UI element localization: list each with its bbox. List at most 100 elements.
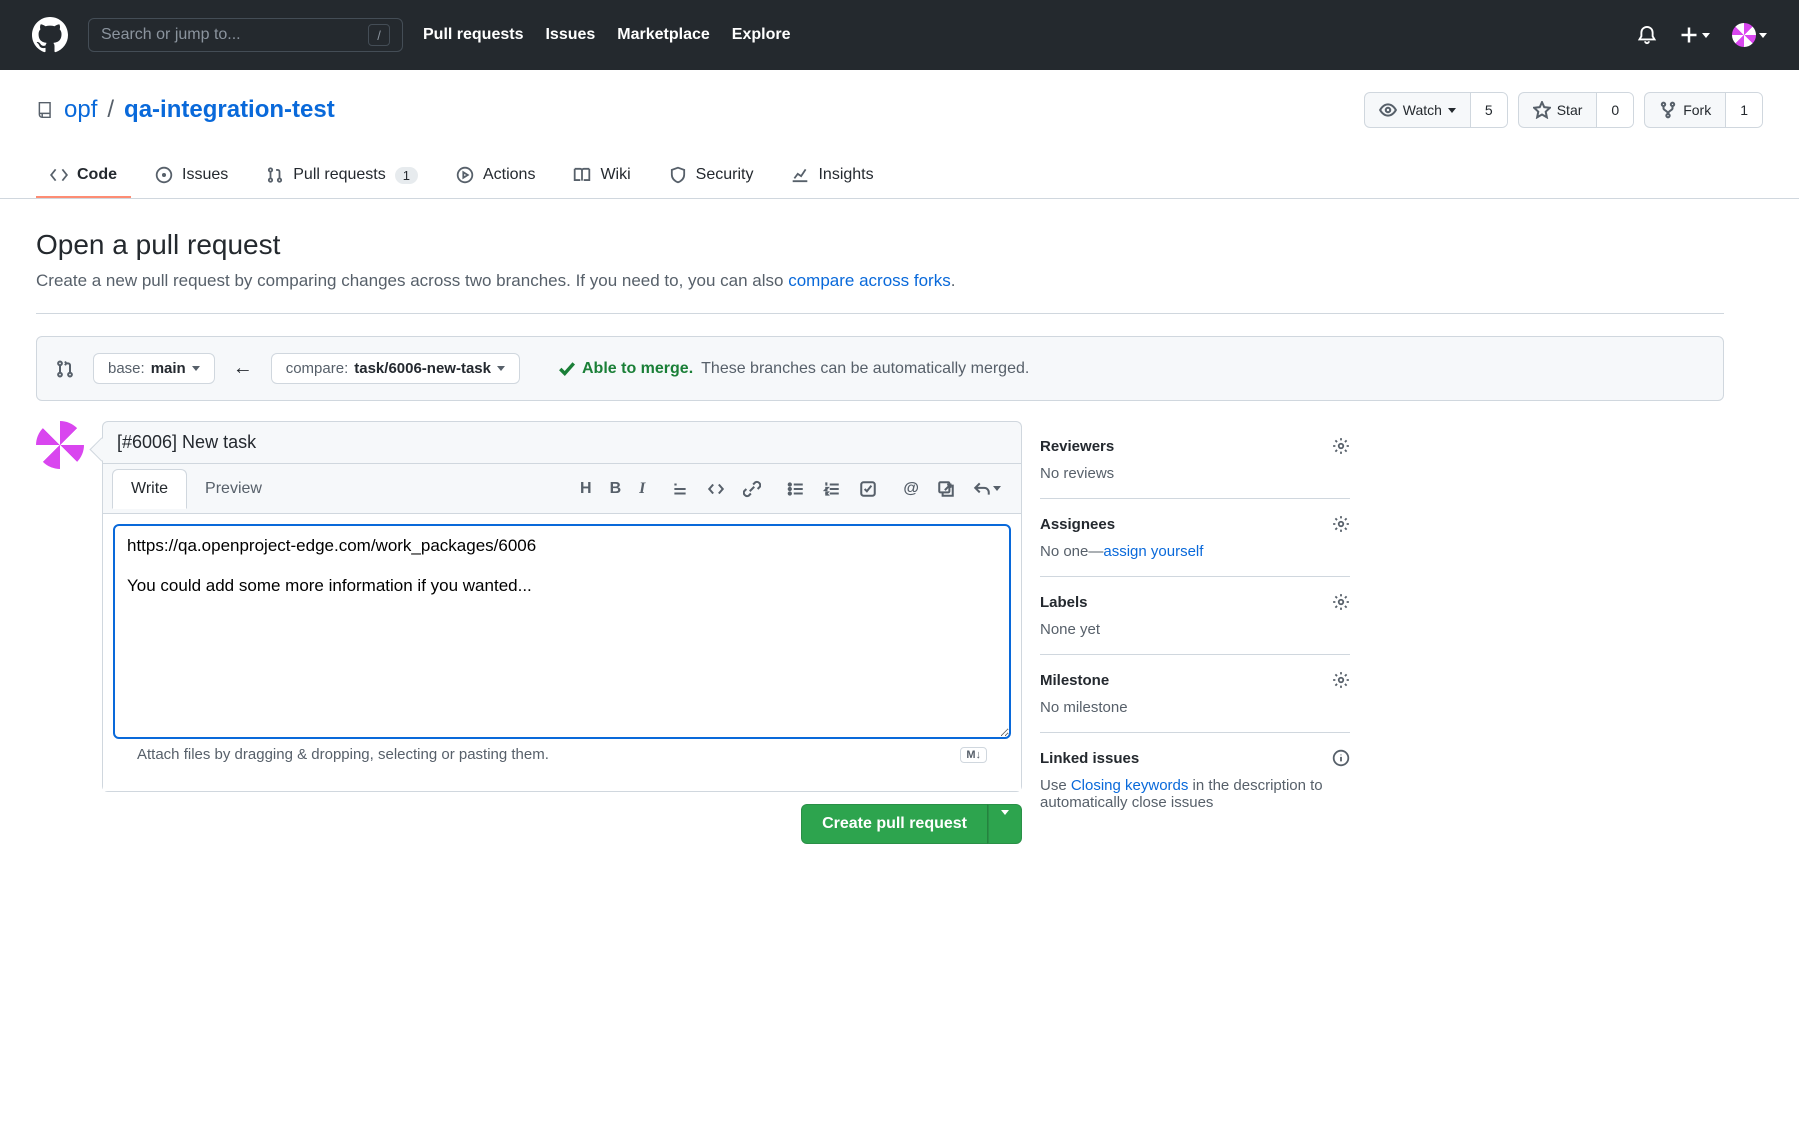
user-menu[interactable] xyxy=(1732,23,1767,47)
fork-icon xyxy=(1659,101,1677,119)
author-avatar xyxy=(36,421,84,469)
bold-button[interactable]: B xyxy=(610,480,622,498)
search-input[interactable]: Search or jump to... / xyxy=(88,18,403,52)
assignees-body: No one—assign yourself xyxy=(1040,543,1350,560)
caret-down-icon xyxy=(1702,33,1710,38)
tab-code[interactable]: Code xyxy=(36,154,131,198)
labels-body: None yet xyxy=(1040,621,1350,638)
create-pr-button-group: Create pull request xyxy=(801,804,1022,844)
quote-icon[interactable] xyxy=(671,480,689,498)
arrow-left-icon: ← xyxy=(233,357,253,380)
fork-count[interactable]: 1 xyxy=(1726,93,1762,127)
markdown-toolbar: H B I xyxy=(280,480,1011,498)
cross-reference-icon[interactable] xyxy=(937,480,955,498)
issue-icon xyxy=(155,166,173,184)
milestone-body: No milestone xyxy=(1040,699,1350,716)
info-icon[interactable] xyxy=(1332,749,1350,767)
tab-issues[interactable]: Issues xyxy=(141,154,242,198)
compare-icon xyxy=(55,359,75,379)
check-icon xyxy=(558,360,576,378)
reviewers-body: No reviews xyxy=(1040,465,1350,482)
page-title: Open a pull request xyxy=(36,229,1724,261)
search-placeholder: Search or jump to... xyxy=(101,26,241,44)
repo-owner-link[interactable]: opf xyxy=(64,96,97,124)
tab-pull-requests[interactable]: Pull requests1 xyxy=(252,154,432,198)
repo-name-link[interactable]: qa-integration-test xyxy=(124,96,335,124)
global-header: Search or jump to... / Pull requests Iss… xyxy=(0,0,1799,70)
tab-security[interactable]: Security xyxy=(655,154,768,198)
repo-tabs: Code Issues Pull requests1 Actions Wiki … xyxy=(0,154,1799,199)
attach-files-hint[interactable]: Attach files by dragging & dropping, sel… xyxy=(125,736,999,771)
labels-header[interactable]: Labels xyxy=(1040,593,1350,611)
compare-branch-selector[interactable]: compare: task/6006-new-task xyxy=(271,353,520,384)
comment-box: Write Preview H B I xyxy=(102,463,1022,792)
assign-yourself-link[interactable]: assign yourself xyxy=(1103,543,1203,560)
linked-issues-header: Linked issues xyxy=(1040,749,1350,767)
gear-icon xyxy=(1332,437,1350,455)
gear-icon xyxy=(1332,593,1350,611)
ordered-list-icon[interactable] xyxy=(823,480,841,498)
book-icon xyxy=(573,166,591,184)
unordered-list-icon[interactable] xyxy=(787,480,805,498)
search-slash-hint: / xyxy=(368,24,390,46)
markdown-icon[interactable]: M↓ xyxy=(960,747,987,763)
caret-down-icon xyxy=(1448,108,1456,113)
tab-actions[interactable]: Actions xyxy=(442,154,549,198)
github-logo-icon[interactable] xyxy=(32,17,68,53)
reviewers-header[interactable]: Reviewers xyxy=(1040,437,1350,455)
nav-marketplace[interactable]: Marketplace xyxy=(617,26,710,44)
compare-bar: base: main ← compare: task/6006-new-task… xyxy=(36,336,1724,401)
create-pr-dropdown[interactable] xyxy=(988,804,1022,844)
star-button[interactable]: Star 0 xyxy=(1518,92,1634,128)
milestone-header[interactable]: Milestone xyxy=(1040,671,1350,689)
caret-down-icon xyxy=(1759,33,1767,38)
notifications-icon[interactable] xyxy=(1637,25,1657,45)
tab-wiki[interactable]: Wiki xyxy=(559,154,644,198)
watch-button[interactable]: Watch 5 xyxy=(1364,92,1508,128)
heading-button[interactable]: H xyxy=(580,480,592,498)
nav-issues[interactable]: Issues xyxy=(545,26,595,44)
create-new-dropdown[interactable] xyxy=(1679,25,1710,45)
closing-keywords-link[interactable]: Closing keywords xyxy=(1071,777,1189,794)
watch-count[interactable]: 5 xyxy=(1471,93,1507,127)
base-branch-selector[interactable]: base: main xyxy=(93,353,215,384)
nav-pull-requests[interactable]: Pull requests xyxy=(423,26,523,44)
tasklist-icon[interactable] xyxy=(859,480,877,498)
global-nav: Pull requests Issues Marketplace Explore xyxy=(423,26,790,44)
link-icon[interactable] xyxy=(743,480,761,498)
italic-button[interactable]: I xyxy=(639,480,645,498)
saved-replies-button[interactable] xyxy=(973,480,1001,498)
tab-insights[interactable]: Insights xyxy=(777,154,887,198)
star-count[interactable]: 0 xyxy=(1597,93,1633,127)
fork-button[interactable]: Fork 1 xyxy=(1644,92,1763,128)
repo-title: opf / qa-integration-test xyxy=(36,96,335,124)
pr-title-input[interactable] xyxy=(102,421,1022,463)
nav-explore[interactable]: Explore xyxy=(732,26,791,44)
gear-icon xyxy=(1332,515,1350,533)
pulls-count: 1 xyxy=(395,167,418,184)
linked-issues-body: Use Closing keywords in the description … xyxy=(1040,777,1350,811)
preview-tab[interactable]: Preview xyxy=(187,470,280,508)
assignees-header[interactable]: Assignees xyxy=(1040,515,1350,533)
eye-icon xyxy=(1379,101,1397,119)
user-avatar xyxy=(1732,23,1756,47)
mention-button[interactable]: @ xyxy=(903,480,919,498)
caret-down-icon xyxy=(192,366,200,371)
pull-request-icon xyxy=(266,166,284,184)
create-pr-button[interactable]: Create pull request xyxy=(801,804,988,844)
caret-down-icon xyxy=(1001,810,1009,832)
code-icon[interactable] xyxy=(707,480,725,498)
pr-body-textarea[interactable] xyxy=(113,524,1011,739)
merge-status: Able to merge. xyxy=(558,360,693,378)
caret-down-icon xyxy=(497,366,505,371)
caret-down-icon xyxy=(993,486,1001,491)
write-tab[interactable]: Write xyxy=(112,469,187,509)
compare-forks-link[interactable]: compare across forks xyxy=(788,271,951,290)
graph-icon xyxy=(791,166,809,184)
code-icon xyxy=(50,166,68,184)
repo-icon xyxy=(36,99,54,121)
sidebar: Reviewers No reviews Assignees No one—as… xyxy=(1040,421,1350,844)
play-icon xyxy=(456,166,474,184)
repo-header: opf / qa-integration-test Watch 5 Star 0… xyxy=(0,70,1799,199)
page-subtitle: Create a new pull request by comparing c… xyxy=(36,271,1724,314)
